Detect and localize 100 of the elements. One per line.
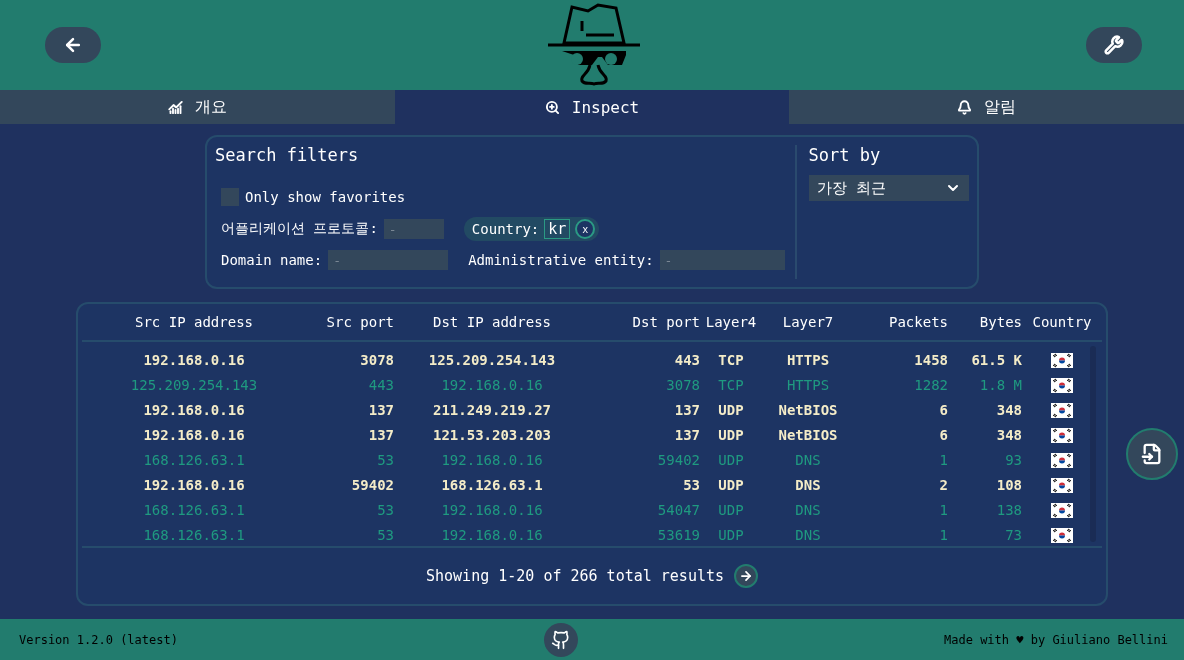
table-cell-text: 137 [673, 426, 700, 445]
sort-dropdown[interactable]: 가장 최근 [808, 175, 969, 201]
table-cell-text: 138 [995, 501, 1022, 520]
column-header[interactable]: Src port [292, 314, 394, 330]
table-cell-text: 1.8 M [978, 376, 1022, 395]
table-cell-text: 53619 [656, 526, 700, 545]
github-icon [551, 629, 571, 650]
table-cell-text: 125.209.254.143 [129, 376, 259, 395]
table-cell-text: TCP [717, 376, 745, 395]
table-cell-text: 6 [938, 401, 948, 420]
column-header[interactable]: Packets [854, 314, 948, 330]
table-cell-text: 168.126.63.1 [142, 501, 246, 520]
table-cell-text: 192.168.0.16 [142, 426, 246, 445]
table-cell-text: 168.126.63.1 [142, 526, 246, 545]
next-page-button[interactable] [734, 564, 758, 588]
favorites-label: Only show favorites [245, 189, 406, 205]
nav-tab[interactable]: 알림 [789, 90, 1184, 124]
table-cell-text: 192.168.0.16 [440, 526, 544, 545]
wrench-icon [1104, 35, 1124, 55]
table-cell-text: HTTPS [785, 351, 831, 370]
table-cell-text: HTTPS [785, 376, 831, 395]
table-cell-text: NetBIOS [777, 426, 839, 445]
table-cell-text: 53 [376, 451, 394, 470]
table-cell-text: 348 [995, 401, 1022, 420]
table-cell-text: 137 [367, 426, 394, 445]
column-header[interactable]: Layer7 [762, 314, 854, 330]
arrow-right-icon [739, 569, 753, 583]
table-cell-text: 53 [376, 501, 394, 520]
table-cell-text: 1458 [913, 351, 948, 370]
table-cell-text: 443 [367, 376, 394, 395]
flag-icon [1051, 353, 1073, 368]
table-cell-text: 168.126.63.1 [142, 451, 246, 470]
table-cell-text: UDP [717, 476, 745, 495]
column-header[interactable]: Dst port [590, 314, 700, 330]
table-cell-text: 348 [995, 426, 1022, 445]
column-header[interactable]: Layer4 [700, 314, 762, 330]
flag-icon [1051, 503, 1073, 518]
search-icon [544, 99, 560, 115]
flag-icon [1051, 528, 1073, 543]
table-cell-text: 59402 [656, 451, 700, 470]
table-cell-text: 2 [938, 476, 948, 495]
credit-text: Made with ♥ by Giuliano Bellini [944, 632, 1168, 647]
table-cell-text: 211.249.219.27 [432, 401, 552, 420]
table-cell-text: 59402 [350, 476, 394, 495]
table-cell-text: UDP [717, 426, 745, 445]
version-text: Version 1.2.0 (latest) [19, 632, 178, 647]
table-cell-text: 125.209.254.143 [427, 351, 557, 370]
nav-tab[interactable]: 개요 [0, 90, 395, 124]
table-cell-text: 108 [995, 476, 1022, 495]
country-label: Country: [471, 221, 540, 237]
flag-icon [1051, 403, 1073, 418]
table-cell-text: NetBIOS [777, 401, 839, 420]
table-cell-text: UDP [717, 451, 745, 470]
table-cell-text: 61.5 K [970, 351, 1022, 370]
table-cell-text: 1282 [913, 376, 948, 395]
filters-title: Search filters [215, 145, 360, 165]
table-cell-text: 121.53.203.203 [432, 426, 552, 445]
table-cell-text: 192.168.0.16 [142, 401, 246, 420]
sort-title: Sort by [808, 145, 882, 165]
github-link[interactable] [544, 622, 578, 657]
table-cell-text: 53 [682, 476, 700, 495]
column-header[interactable]: Dst IP address [394, 314, 590, 330]
column-header[interactable]: Src IP address [96, 314, 292, 330]
flag-icon [1051, 478, 1073, 493]
table-cell-text: DNS [794, 526, 822, 545]
table-cell-text: 93 [1004, 451, 1022, 470]
table-cell-text: TCP [717, 351, 745, 370]
table-cell-text: 192.168.0.16 [142, 351, 246, 370]
chart-icon [167, 99, 183, 115]
domain-label: Domain name: [221, 252, 323, 268]
table-cell-text: 192.168.0.16 [142, 476, 246, 495]
country-field[interactable]: kr [544, 219, 571, 239]
flag-icon [1051, 428, 1073, 443]
bell-icon [957, 99, 973, 115]
table-cell-text: 73 [1004, 526, 1022, 545]
table-cell-text: 192.168.0.16 [440, 451, 544, 470]
table-cell-text: 1 [938, 526, 948, 545]
table-cell-text: 54047 [656, 501, 700, 520]
table-cell-text: 6 [938, 426, 948, 445]
file-import-icon [1141, 443, 1163, 465]
table-cell-text: UDP [717, 501, 745, 520]
table-cell-text: 1 [938, 501, 948, 520]
column-header[interactable]: Bytes [948, 314, 1022, 330]
column-header[interactable]: Country [1022, 314, 1102, 330]
table-cell-text: DNS [794, 451, 822, 470]
export-button[interactable] [1126, 428, 1178, 480]
table-cell-text: 3078 [665, 376, 700, 395]
results-summary: Showing 1-20 of 266 total results [426, 567, 724, 585]
remove-button[interactable]: x [575, 219, 596, 239]
table-cell-text: DNS [794, 476, 822, 495]
back-button[interactable] [45, 27, 101, 63]
settings-button[interactable] [1086, 27, 1142, 63]
table-cell-text: UDP [717, 401, 745, 420]
flag-icon [1051, 453, 1073, 468]
table-cell-text: 137 [367, 401, 394, 420]
table-cell-text: DNS [794, 501, 822, 520]
table-cell-text: 137 [673, 401, 700, 420]
table-cell-text: UDP [717, 526, 745, 545]
table-cell-text: 53 [376, 526, 394, 545]
table-cell-text: 192.168.0.16 [440, 376, 544, 395]
